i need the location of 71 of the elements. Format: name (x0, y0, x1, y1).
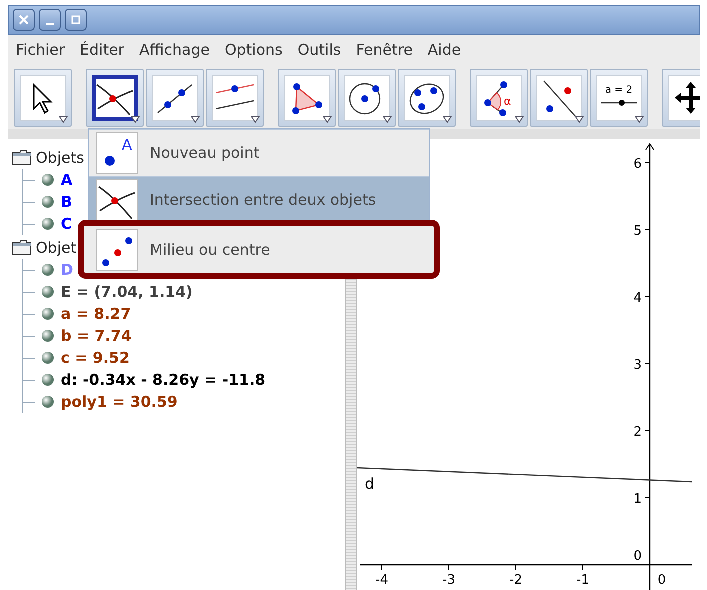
algebra-entry[interactable]: c = 9.52 (61, 349, 130, 367)
sphere-icon[interactable] (41, 173, 55, 187)
line-label: d (365, 475, 375, 493)
menu-item[interactable]: Fichier (10, 41, 74, 59)
tick-label: -3 (442, 573, 456, 588)
tick-label: 5 (634, 224, 642, 239)
folder-icon (12, 150, 32, 166)
tool-button[interactable] (14, 69, 72, 127)
sphere-icon[interactable] (41, 373, 55, 387)
tick-label: -2 (510, 573, 522, 588)
minimize-icon (46, 23, 54, 25)
algebra-entry[interactable]: B (61, 193, 72, 211)
tick-label: 6 (634, 157, 642, 172)
tree-group-label[interactable]: Objet (36, 239, 77, 257)
algebra-entry[interactable]: A (61, 171, 73, 189)
dropdown-triangle-icon (59, 116, 68, 123)
sphere-icon[interactable] (41, 195, 55, 209)
dropdown-triangle-icon (191, 116, 200, 123)
tick-label: -1 (576, 573, 590, 588)
algebra-entry[interactable]: a = 8.27 (61, 305, 132, 323)
maximize-button[interactable] (65, 9, 87, 31)
minimize-button[interactable] (39, 9, 61, 31)
dropdown-triangle-icon (131, 116, 140, 123)
algebra-entry[interactable]: C (61, 215, 72, 233)
close-button[interactable] (13, 9, 35, 31)
dropdown-triangle-icon (383, 116, 392, 123)
dropdown-triangle-icon (635, 116, 644, 123)
algebra-entry[interactable]: poly1 = 30.59 (61, 393, 178, 411)
tick-label: 4 (634, 291, 642, 306)
tick-label: 2 (634, 425, 642, 440)
tool-button[interactable]: a = 2 (590, 69, 648, 127)
tool-button[interactable] (278, 69, 336, 127)
algebra-entry[interactable]: b = 7.74 (61, 327, 132, 345)
dropdown-triangle-icon (575, 116, 584, 123)
menu-item[interactable]: Éditer (74, 41, 134, 59)
algebra-entry[interactable]: d: -0.34x - 8.26y = -11.8 (61, 371, 266, 389)
tool-button[interactable]: α (470, 69, 528, 127)
sphere-icon[interactable] (41, 307, 55, 321)
dropdown-triangle-icon (251, 116, 260, 123)
dropdown-triangle-icon (443, 116, 452, 123)
algebra-entry[interactable]: E = (7.04, 1.14) (61, 283, 193, 301)
tool-menu-item[interactable]: A Nouveau point (89, 129, 429, 176)
tick-label: 0 (658, 573, 666, 588)
tool-button[interactable] (398, 69, 456, 127)
tick-label: 0 (634, 549, 642, 564)
tick-label: 1 (634, 492, 642, 507)
menu-item[interactable]: Affichage (133, 41, 219, 59)
sphere-icon[interactable] (41, 329, 55, 343)
tool-button[interactable] (86, 69, 144, 127)
dropdown-triangle-icon (323, 116, 332, 123)
tool-button[interactable] (146, 69, 204, 127)
tool-button[interactable] (206, 69, 264, 127)
sphere-icon[interactable] (41, 285, 55, 299)
menu-item[interactable]: Options (218, 41, 292, 59)
menu-item[interactable]: Aide (422, 41, 470, 59)
folder-icon (12, 240, 32, 256)
tick-label: 3 (634, 358, 642, 373)
tick-label: -4 (376, 573, 388, 588)
maximize-icon (71, 15, 81, 25)
menu-item[interactable]: Fenêtre (350, 41, 422, 59)
tool-button[interactable] (338, 69, 396, 127)
tool-menu-item[interactable]: Intersection entre deux objets (89, 176, 429, 223)
sphere-icon[interactable] (41, 263, 55, 277)
sphere-icon[interactable] (41, 351, 55, 365)
sphere-icon[interactable] (41, 395, 55, 409)
menu-item[interactable]: Outils (292, 41, 350, 59)
sphere-icon[interactable] (41, 217, 55, 231)
close-icon (19, 15, 29, 25)
tree-group-label[interactable]: Objets (36, 149, 84, 167)
dropdown-triangle-icon (515, 116, 524, 123)
tool-button[interactable] (530, 69, 588, 127)
